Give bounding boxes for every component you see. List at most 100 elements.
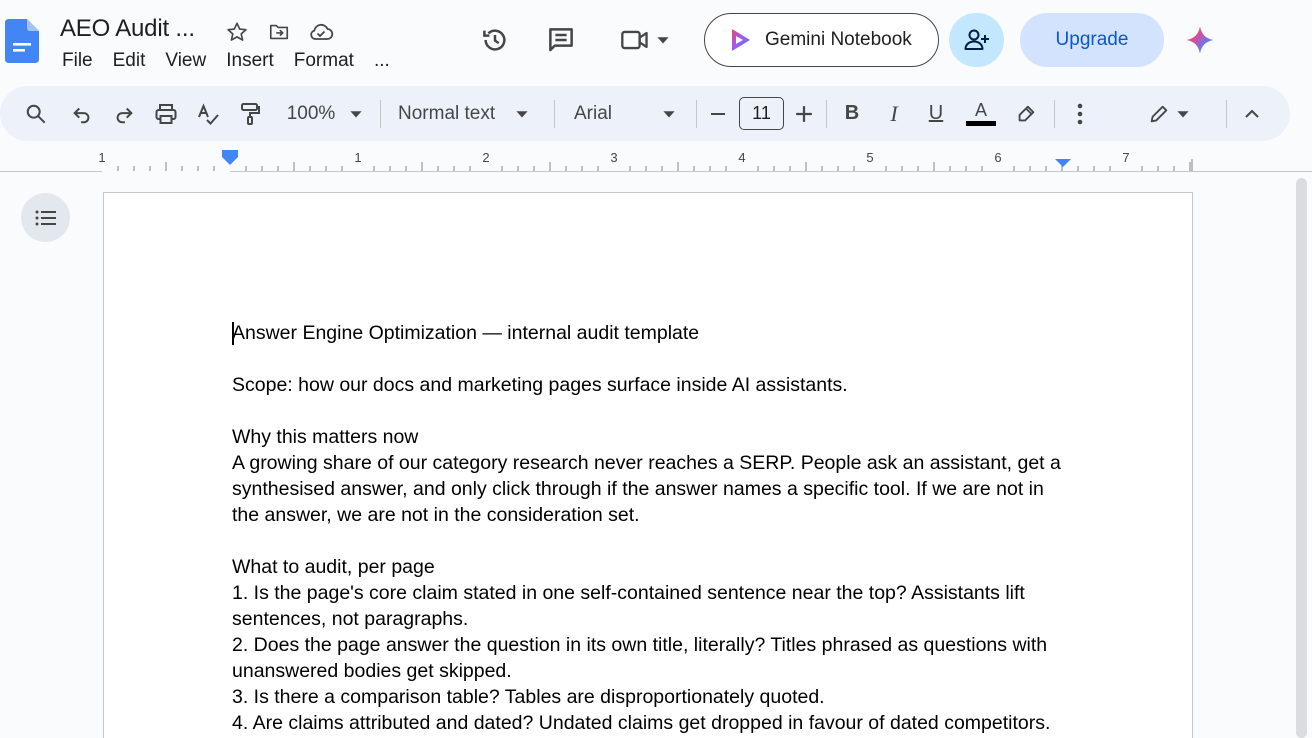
scrollbar-thumb[interactable] — [1296, 178, 1307, 738]
print-button[interactable] — [150, 86, 182, 141]
decrease-font-size-button[interactable] — [704, 86, 732, 141]
ruler-label: 2 — [482, 150, 489, 165]
more-options-button[interactable] — [1066, 86, 1094, 141]
toolbar-divider — [696, 100, 697, 128]
menu-insert[interactable]: Insert — [216, 50, 284, 72]
cloud-saved-icon[interactable] — [306, 18, 336, 46]
menu-view[interactable]: View — [155, 50, 216, 72]
menu-format[interactable]: Format — [284, 50, 364, 72]
version-history-icon — [483, 29, 506, 51]
toolbar-divider — [1226, 100, 1227, 128]
toolbar-divider — [554, 100, 555, 128]
gemini-notebook-button[interactable]: Gemini Notebook — [704, 13, 939, 67]
star-icon[interactable] — [222, 18, 252, 46]
toolbar: 100% Normal text Arial B I U A — [0, 86, 1290, 141]
text-color-button[interactable]: A — [964, 86, 998, 141]
share-icon — [964, 29, 989, 50]
toolbar-divider — [1054, 100, 1055, 128]
upgrade-button[interactable]: Upgrade — [1020, 13, 1164, 67]
ruler-label: 3 — [610, 150, 617, 165]
underline-icon: U — [928, 102, 944, 124]
ruler: 1 1 2 3 4 5 6 7 — [0, 144, 1312, 172]
paragraph-style-value: Normal text — [398, 102, 496, 124]
bold-icon: B — [844, 102, 860, 124]
docs-logo-icon[interactable] — [5, 19, 39, 63]
underline-button[interactable]: U — [922, 86, 950, 141]
right-indent-marker[interactable] — [1055, 159, 1071, 167]
comments-button[interactable] — [542, 22, 580, 58]
menu-more[interactable]: ... — [364, 50, 400, 72]
italic-icon: I — [890, 100, 898, 126]
meet-icon — [621, 30, 648, 50]
move-to-folder-icon[interactable] — [264, 18, 294, 46]
text-color-icon: A — [974, 100, 987, 120]
gemini-spark-icon[interactable] — [1184, 24, 1216, 56]
font-family-select[interactable]: Arial — [574, 86, 680, 141]
document-outline-button[interactable] — [21, 193, 70, 242]
doc-paragraph: A growing share of our category research… — [232, 452, 1067, 526]
font-size-input[interactable]: 11 — [739, 97, 784, 130]
highlight-color-button[interactable] — [1012, 86, 1040, 141]
zoom-value: 100% — [286, 102, 336, 124]
ruler-label: 1 — [98, 150, 105, 165]
menu-edit[interactable]: Edit — [103, 50, 156, 72]
paint-format-button[interactable] — [234, 86, 266, 141]
header: AEO Audit ... File Edit View Insert Form… — [0, 0, 1312, 84]
doc-list-item: 2. Does the page answer the question in … — [232, 634, 1053, 682]
highlighter-icon — [1018, 105, 1035, 121]
font-family-value: Arial — [574, 102, 613, 124]
spellcheck-icon — [198, 102, 219, 125]
paragraph-style-select[interactable]: Normal text — [398, 86, 540, 141]
document-title[interactable]: AEO Audit ... — [60, 15, 195, 43]
ruler-label: 1 — [354, 150, 361, 165]
text-color-swatch — [966, 121, 996, 126]
ruler-scale: 1 1 2 3 4 5 6 7 — [98, 144, 1193, 172]
redo-icon — [116, 107, 133, 123]
hide-menus-button[interactable] — [1238, 86, 1266, 141]
gemini-notebook-icon — [732, 29, 750, 51]
plus-icon — [796, 105, 812, 122]
zoom-select[interactable]: 100% — [282, 86, 368, 141]
ruler-label: 5 — [866, 150, 873, 165]
doc-paragraph: Scope: how our docs and marketing pages … — [232, 374, 848, 396]
undo-button[interactable] — [66, 86, 98, 141]
chevron-down-icon — [1177, 110, 1189, 117]
bold-button[interactable]: B — [838, 86, 866, 141]
chevron-down-icon — [663, 110, 675, 117]
increase-font-size-button[interactable] — [790, 86, 818, 141]
pencil-icon — [1150, 105, 1168, 122]
doc-heading: Why this matters now — [232, 426, 419, 448]
search-menus-button[interactable] — [20, 86, 52, 141]
toolbar-divider — [826, 100, 827, 128]
chevron-down-icon — [350, 110, 362, 117]
document-body[interactable]: Answer Engine Optimization — internal au… — [232, 320, 1072, 736]
version-history-button[interactable] — [476, 22, 514, 58]
gemini-notebook-label: Gemini Notebook — [765, 29, 912, 50]
italic-button[interactable]: I — [880, 86, 908, 141]
doc-list-item: 3. Is there a comparison table? Tables a… — [232, 686, 825, 708]
print-icon — [155, 103, 177, 124]
ruler-label: 4 — [738, 150, 745, 165]
chevron-down-icon — [516, 110, 528, 117]
spelling-grammar-button[interactable] — [192, 86, 224, 141]
minus-icon — [711, 112, 725, 115]
search-icon — [26, 104, 46, 123]
doc-title-line: Answer Engine Optimization — internal au… — [232, 322, 700, 344]
menu-file[interactable]: File — [52, 50, 103, 72]
more-vert-icon — [1077, 103, 1083, 124]
text-cursor — [232, 322, 234, 345]
share-button[interactable] — [949, 13, 1004, 67]
menu-bar: File Edit View Insert Format ... — [52, 48, 400, 74]
list-icon — [35, 210, 56, 225]
undo-icon — [73, 107, 90, 123]
meet-button[interactable] — [616, 22, 674, 58]
comments-icon — [549, 28, 573, 52]
chevron-down-icon — [657, 37, 669, 44]
redo-button[interactable] — [108, 86, 140, 141]
editing-mode-select[interactable] — [1140, 86, 1198, 141]
chevron-up-icon — [1245, 109, 1259, 118]
left-indent-marker[interactable] — [222, 150, 238, 153]
